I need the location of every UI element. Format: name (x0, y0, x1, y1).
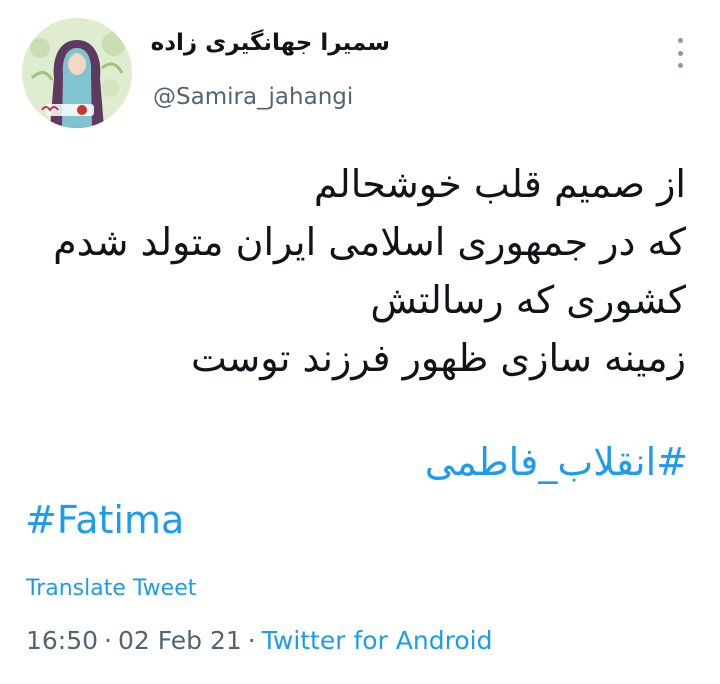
translate-tweet-link[interactable]: Translate Tweet (26, 576, 196, 601)
profile-illustration-icon (22, 18, 132, 128)
tweet-meta: 16:50 · 02 Feb 21 · Twitter for Android (26, 626, 492, 655)
tweet-line: که در جمهوری اسلامی ایران متولد شدم (53, 220, 686, 264)
tweet-line: کشوری که رسالتش (370, 278, 686, 322)
hashtag-link[interactable]: #انقلاب_فاطمی (425, 436, 688, 488)
hashtag-link[interactable]: #Fatima (25, 494, 184, 546)
avatar[interactable] (22, 18, 132, 128)
author-display-name[interactable]: سمیرا جهانگیری زاده (150, 30, 390, 56)
tweet-text: از صمیم قلب خوشحالم که در جمهوری اسلامی … (53, 155, 686, 387)
author-handle[interactable]: @Samira_jahangi (153, 84, 353, 110)
tweet-source-link[interactable]: Twitter for Android (262, 626, 493, 655)
tweet-line: زمینه سازی ظهور فرزند توست (191, 336, 686, 380)
more-options-icon[interactable] (668, 38, 692, 68)
tweet-card: سمیرا جهانگیری زاده @Samira_jahangi از ص… (0, 0, 720, 684)
meta-separator: · (247, 626, 256, 655)
tweet-date[interactable]: 02 Feb 21 (118, 626, 242, 655)
meta-separator: · (104, 626, 112, 655)
tweet-line: از صمیم قلب خوشحالم (313, 162, 686, 206)
tweet-time[interactable]: 16:50 (26, 626, 98, 655)
